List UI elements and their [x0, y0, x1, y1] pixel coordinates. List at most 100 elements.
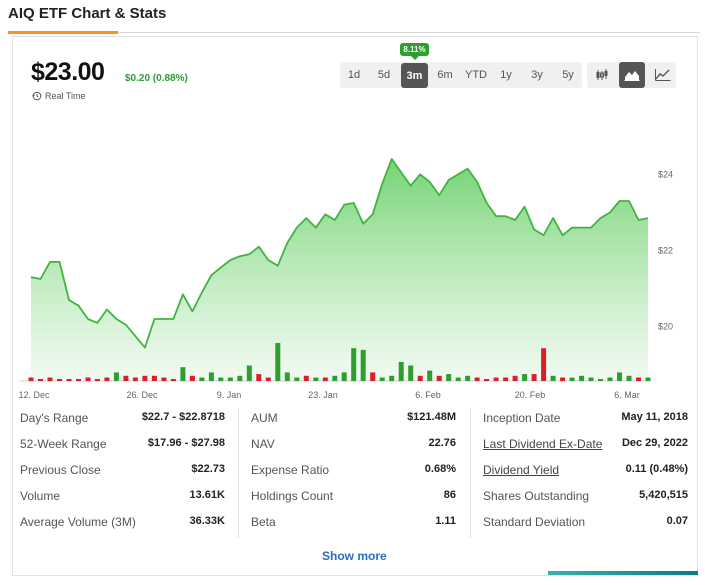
- stat-row: Standard Deviation 0.07: [483, 515, 688, 531]
- bottom-accent-bar: [548, 571, 698, 575]
- stat-label: AUM: [251, 411, 278, 425]
- volume-bar: [465, 375, 471, 381]
- volume-bar: [246, 365, 252, 381]
- volume-bar: [522, 374, 528, 381]
- volume-bar: [123, 375, 129, 381]
- volume-bar: [322, 377, 328, 381]
- volume-bar: [636, 377, 641, 381]
- stats-divider-1: [238, 408, 239, 538]
- volume-bar: [436, 375, 442, 381]
- stat-label: Beta: [251, 515, 276, 529]
- stat-label[interactable]: Last Dividend Ex-Date: [483, 437, 602, 451]
- stat-label: Shares Outstanding: [483, 489, 590, 503]
- volume-bar: [455, 377, 461, 381]
- volume-bar: [417, 375, 423, 381]
- stat-label: 52-Week Range: [20, 437, 107, 451]
- stat-row: AUM $121.48M: [251, 411, 456, 427]
- volume-bar: [588, 377, 594, 381]
- x-tick-label: 9. Jan: [217, 390, 242, 400]
- volume-bar: [550, 375, 556, 381]
- volume-bar: [104, 377, 110, 381]
- volume-bar: [617, 372, 622, 381]
- volume-bar: [427, 370, 433, 381]
- volume-bar: [541, 348, 547, 381]
- stat-row: Day's Range $22.7 - $22.8718: [20, 411, 225, 427]
- volume-bar: [265, 377, 271, 381]
- volume-bar: [474, 377, 480, 381]
- volume-bar: [379, 377, 385, 381]
- volume-bar: [531, 374, 537, 381]
- volume-bar: [446, 374, 452, 381]
- stat-row: Volume 13.61K: [20, 489, 225, 505]
- stat-value: 0.07: [666, 515, 688, 527]
- volume-bar: [85, 377, 91, 381]
- x-tick-label: 12. Dec: [18, 390, 50, 400]
- volume-bar: [66, 379, 72, 381]
- stat-value: 36.33K: [189, 515, 225, 527]
- show-more-link[interactable]: Show more: [322, 549, 387, 563]
- volume-bar: [76, 379, 81, 381]
- volume-bar: [512, 375, 518, 381]
- volume-bar: [598, 379, 603, 381]
- volume-bar: [218, 377, 224, 381]
- stat-row: Last Dividend Ex-Date Dec 29, 2022: [483, 437, 688, 453]
- stat-value: 1.11: [435, 515, 456, 527]
- volume-bar: [370, 372, 376, 381]
- volume-bar: [28, 377, 34, 381]
- stat-label: Standard Deviation: [483, 515, 586, 529]
- stat-label: Holdings Count: [251, 489, 334, 503]
- stat-value: $22.7 - $22.8718: [141, 411, 225, 423]
- volume-bar: [351, 348, 357, 381]
- volume-bar: [256, 374, 262, 381]
- stat-label: Inception Date: [483, 411, 561, 425]
- volume-bar: [180, 367, 186, 381]
- stat-value: May 11, 2018: [621, 411, 688, 423]
- volume-bar: [607, 377, 613, 381]
- stat-row: Shares Outstanding 5,420,515: [483, 489, 688, 505]
- volume-bar: [142, 375, 148, 381]
- volume-bar: [275, 343, 281, 381]
- stat-label: Day's Range: [20, 411, 89, 425]
- y-tick-label: $24: [658, 169, 673, 179]
- stat-value: 13.61K: [189, 489, 225, 501]
- volume-bar: [503, 377, 509, 381]
- stat-value: $121.48M: [407, 411, 456, 423]
- x-tick-label: 6. Mar: [614, 390, 640, 400]
- volume-bar: [208, 372, 214, 381]
- volume-bar: [294, 377, 300, 381]
- stat-label: Volume: [20, 489, 61, 503]
- stat-row: Beta 1.11: [251, 515, 456, 531]
- volume-bar: [132, 377, 138, 381]
- stat-value: 0.11 (0.48%): [625, 463, 688, 475]
- volume-bar: [560, 377, 566, 381]
- stat-label: Previous Close: [20, 463, 101, 477]
- stat-row: Dividend Yield 0.11 (0.48%): [483, 463, 688, 479]
- price-chart[interactable]: 12. Dec 26. Dec 9. Jan 23. Jan 6. Feb 20. Feb…: [0, 0, 705, 410]
- volume-bar: [284, 372, 290, 381]
- volume-bar: [484, 379, 490, 381]
- volume-bar: [408, 365, 414, 381]
- stat-row: NAV 22.76: [251, 437, 456, 453]
- volume-bar: [113, 372, 119, 381]
- stat-row: Average Volume (3M) 36.33K: [20, 515, 225, 531]
- volume-bar: [151, 375, 157, 381]
- volume-bar: [313, 377, 319, 381]
- volume-bar: [237, 375, 243, 381]
- volume-bar: [569, 377, 575, 381]
- x-tick-label: 20. Feb: [515, 390, 546, 400]
- stat-label[interactable]: Dividend Yield: [483, 463, 559, 477]
- volume-bar: [579, 375, 585, 381]
- y-tick-label: $20: [658, 322, 673, 332]
- volume-bar: [626, 375, 632, 381]
- volume-bar: [645, 377, 651, 381]
- volume-bar: [189, 375, 195, 381]
- volume-bar: [332, 375, 338, 381]
- stat-value: 0.68%: [424, 463, 456, 475]
- y-tick-label: $22: [658, 246, 673, 256]
- volume-bar: [389, 375, 395, 381]
- x-tick-label: 23. Jan: [308, 390, 338, 400]
- stat-row: Previous Close $22.73: [20, 463, 225, 479]
- stat-label: Average Volume (3M): [20, 515, 136, 529]
- stat-label: NAV: [251, 437, 275, 451]
- y-axis-ticks: $20 $22 $24: [658, 169, 673, 331]
